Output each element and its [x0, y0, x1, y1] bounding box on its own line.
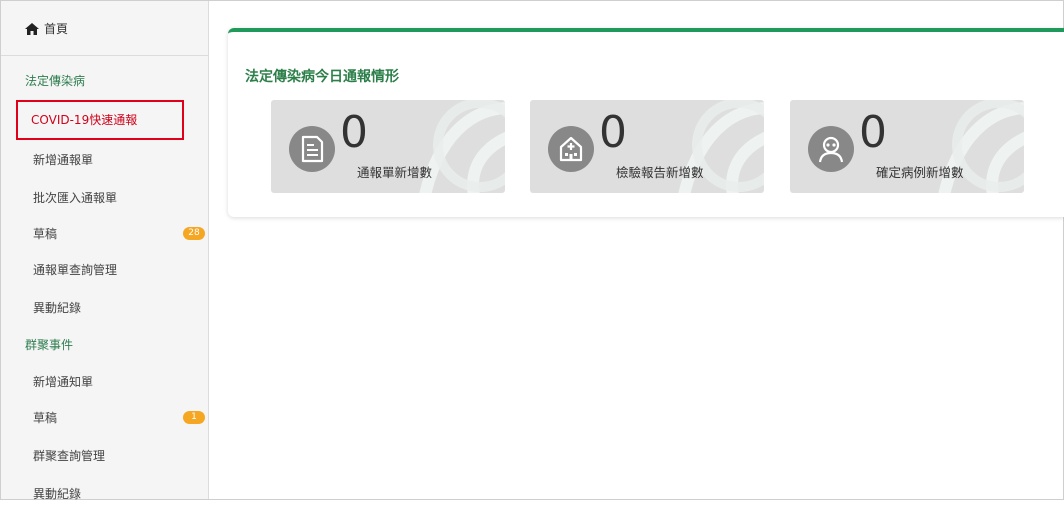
panel-title: 法定傳染病今日通報情形 — [245, 69, 399, 85]
sidebar-item-cluster-query[interactable]: 群聚查詢管理 — [1, 436, 208, 474]
sidebar-item-label: 批次匯入通報單 — [33, 190, 118, 205]
today-report-panel: 法定傳染病今日通報情形 0 通報單新增數 0 檢驗報告新增數 0 確定病例新增數 — [228, 28, 1064, 217]
sidebar-item-new-notice[interactable]: 新增通知單 — [1, 362, 208, 400]
hospital-icon — [548, 126, 594, 172]
home-icon — [24, 21, 40, 35]
sidebar-item-cluster-change-log[interactable]: 異動紀錄 — [1, 474, 208, 512]
sidebar-item-label: 通報單查詢管理 — [33, 262, 118, 277]
section-title-cluster-events: 群聚事件 — [25, 338, 74, 352]
stat-label: 確定病例新增數 — [876, 165, 964, 180]
sidebar-item-label: 新增通知單 — [33, 374, 94, 389]
sidebar-item-new-report[interactable]: 新增通報單 — [1, 140, 208, 178]
sidebar-home[interactable]: 首頁 — [1, 1, 208, 56]
stat-value: 0 — [599, 107, 627, 158]
sidebar-item-label: 草稿 — [33, 226, 58, 241]
sidebar-item-label: 異動紀錄 — [33, 300, 82, 315]
sidebar-item-drafts[interactable]: 草稿 28 — [1, 214, 208, 252]
sidebar-item-label: 新增通報單 — [33, 152, 94, 167]
sidebar-item-batch-import[interactable]: 批次匯入通報單 — [1, 178, 208, 216]
sidebar-item-label: 異動紀錄 — [33, 486, 82, 501]
sidebar-item-change-log[interactable]: 異動紀錄 — [1, 288, 208, 326]
sidebar-item-label: 草稿 — [33, 410, 58, 425]
home-label: 首頁 — [44, 21, 69, 36]
stat-label: 通報單新增數 — [357, 165, 433, 180]
drafts-count-badge: 28 — [183, 226, 205, 240]
document-icon — [289, 126, 335, 172]
stat-card-new-reports: 0 通報單新增數 — [271, 100, 505, 193]
active-item-highlight — [16, 100, 184, 140]
stat-value: 0 — [340, 107, 368, 158]
stat-value: 0 — [859, 107, 887, 158]
sidebar-item-label: 群聚查詢管理 — [33, 448, 106, 463]
sidebar-item-cluster-drafts[interactable]: 草稿 1 — [1, 398, 208, 436]
stat-card-confirmed-cases: 0 確定病例新增數 — [790, 100, 1024, 193]
section-title-notifiable-diseases: 法定傳染病 — [25, 74, 86, 88]
sidebar-item-report-query[interactable]: 通報單查詢管理 — [1, 250, 208, 288]
patient-icon — [808, 126, 854, 172]
stat-card-new-lab-reports: 0 檢驗報告新增數 — [530, 100, 764, 193]
sidebar: 首頁 法定傳染病 COVID-19快速通報 新增通報單 批次匯入通報單 草稿 2… — [1, 1, 209, 501]
stat-label: 檢驗報告新增數 — [616, 165, 704, 180]
cluster-drafts-count-badge: 1 — [183, 410, 205, 424]
